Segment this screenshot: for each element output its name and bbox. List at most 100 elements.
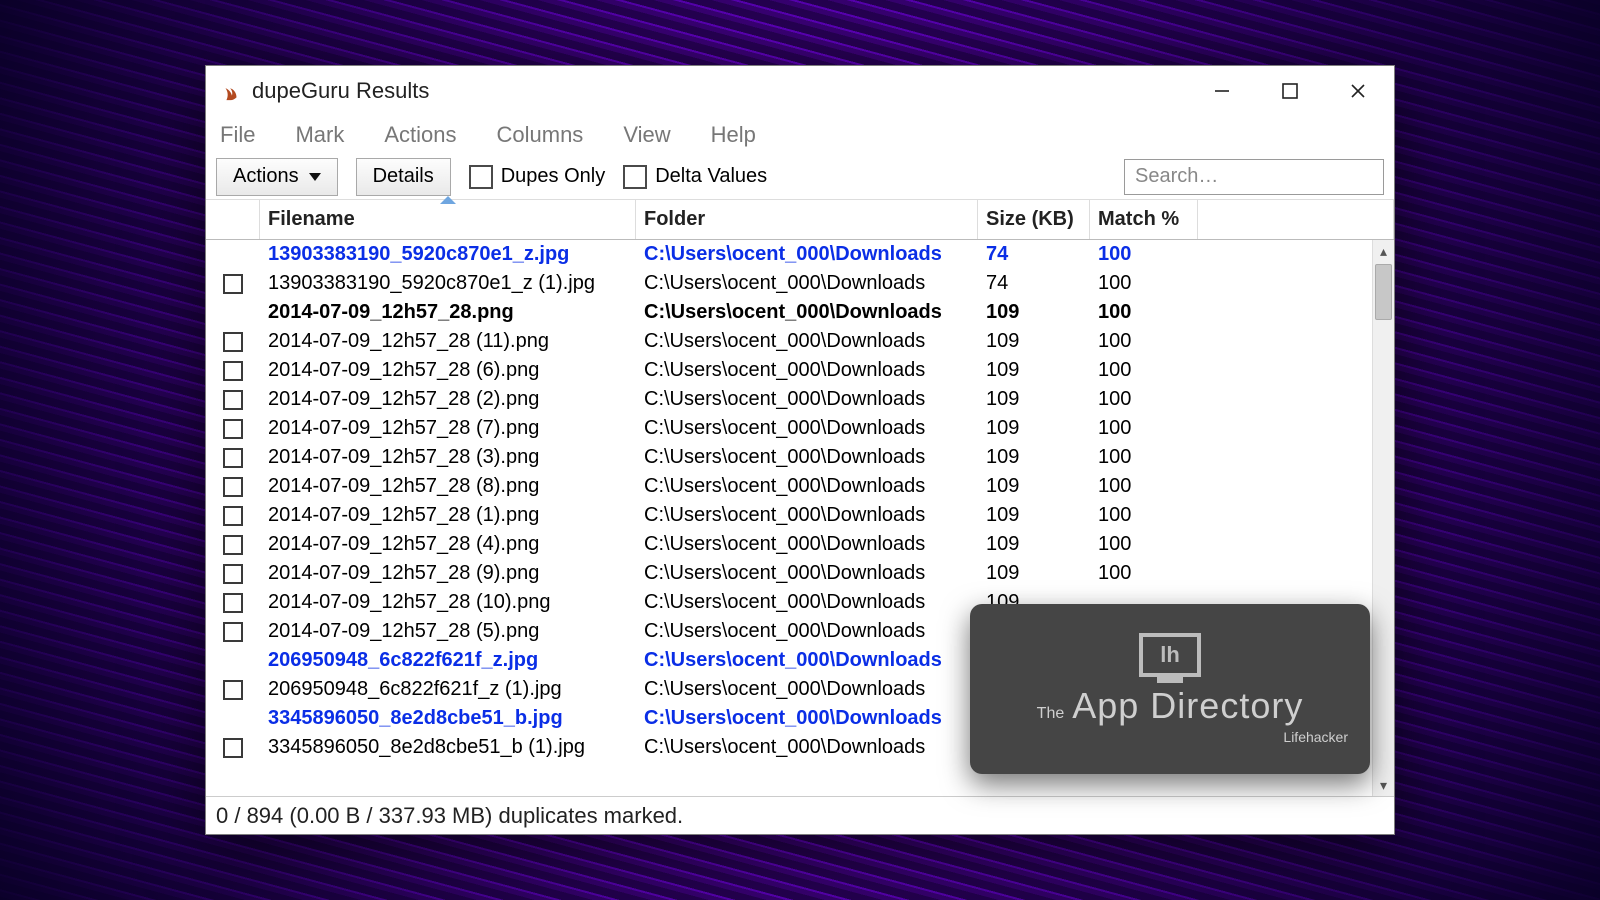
row-checkbox[interactable] bbox=[223, 680, 243, 700]
dupes-only-label: Dupes Only bbox=[501, 165, 606, 188]
column-header-size[interactable]: Size (KB) bbox=[978, 200, 1090, 239]
column-header-match[interactable]: Match % bbox=[1090, 200, 1198, 239]
cell-filename: 3345896050_8e2d8cbe51_b.jpg bbox=[260, 707, 636, 730]
row-checkbox[interactable] bbox=[223, 738, 243, 758]
row-checkbox[interactable] bbox=[223, 361, 243, 381]
table-row[interactable]: 2014-07-09_12h57_28 (6).pngC:\Users\ocen… bbox=[206, 356, 1394, 385]
row-checkbox-cell[interactable] bbox=[206, 390, 260, 410]
table-row[interactable]: 13903383190_5920c870e1_z (1).jpgC:\Users… bbox=[206, 269, 1394, 298]
dupes-only-checkbox[interactable]: Dupes Only bbox=[469, 165, 606, 189]
row-checkbox[interactable] bbox=[223, 332, 243, 352]
app-window: dupeGuru Results File Mark Actions Colum… bbox=[205, 65, 1395, 835]
cell-filename: 2014-07-09_12h57_28.png bbox=[260, 301, 636, 324]
menu-view[interactable]: View bbox=[617, 118, 676, 152]
row-checkbox-cell[interactable] bbox=[206, 564, 260, 584]
table-row[interactable]: 13903383190_5920c870e1_z.jpgC:\Users\oce… bbox=[206, 240, 1394, 269]
row-checkbox[interactable] bbox=[223, 419, 243, 439]
cell-size: 109 bbox=[978, 446, 1090, 469]
cell-size: 109 bbox=[978, 475, 1090, 498]
cell-filename: 2014-07-09_12h57_28 (6).png bbox=[260, 359, 636, 382]
sort-ascending-icon bbox=[440, 196, 456, 204]
cell-filename: 2014-07-09_12h57_28 (11).png bbox=[260, 330, 636, 353]
title-bar: dupeGuru Results bbox=[206, 66, 1394, 116]
row-checkbox-cell[interactable] bbox=[206, 738, 260, 758]
row-checkbox-cell[interactable] bbox=[206, 622, 260, 642]
cell-filename: 2014-07-09_12h57_28 (2).png bbox=[260, 388, 636, 411]
cell-folder: C:\Users\ocent_000\Downloads bbox=[636, 417, 978, 440]
row-checkbox[interactable] bbox=[223, 448, 243, 468]
search-input[interactable]: Search… bbox=[1124, 159, 1384, 195]
row-checkbox[interactable] bbox=[223, 477, 243, 497]
maximize-button[interactable] bbox=[1256, 67, 1324, 115]
row-checkbox-cell[interactable] bbox=[206, 361, 260, 381]
menu-file[interactable]: File bbox=[214, 118, 261, 152]
row-checkbox-cell[interactable] bbox=[206, 680, 260, 700]
row-checkbox[interactable] bbox=[223, 593, 243, 613]
cell-folder: C:\Users\ocent_000\Downloads bbox=[636, 388, 978, 411]
row-checkbox-cell[interactable] bbox=[206, 419, 260, 439]
table-row[interactable]: 2014-07-09_12h57_28 (1).pngC:\Users\ocen… bbox=[206, 501, 1394, 530]
cell-folder: C:\Users\ocent_000\Downloads bbox=[636, 736, 978, 759]
row-checkbox[interactable] bbox=[223, 622, 243, 642]
cell-folder: C:\Users\ocent_000\Downloads bbox=[636, 301, 978, 324]
table-row[interactable]: 2014-07-09_12h57_28 (8).pngC:\Users\ocen… bbox=[206, 472, 1394, 501]
close-button[interactable] bbox=[1324, 67, 1392, 115]
cell-folder: C:\Users\ocent_000\Downloads bbox=[636, 707, 978, 730]
row-checkbox[interactable] bbox=[223, 274, 243, 294]
scrollbar-thumb[interactable] bbox=[1375, 264, 1392, 320]
column-header-folder-label: Folder bbox=[644, 208, 705, 231]
delta-values-checkbox[interactable]: Delta Values bbox=[623, 165, 767, 189]
menu-help[interactable]: Help bbox=[705, 118, 762, 152]
scroll-down-icon[interactable]: ▾ bbox=[1373, 774, 1394, 796]
vertical-scrollbar[interactable]: ▴ ▾ bbox=[1372, 240, 1394, 796]
table-row[interactable]: 2014-07-09_12h57_28 (2).pngC:\Users\ocen… bbox=[206, 385, 1394, 414]
minimize-button[interactable] bbox=[1188, 67, 1256, 115]
cell-filename: 2014-07-09_12h57_28 (5).png bbox=[260, 620, 636, 643]
window-title: dupeGuru Results bbox=[252, 78, 429, 104]
cell-folder: C:\Users\ocent_000\Downloads bbox=[636, 272, 978, 295]
row-checkbox-cell[interactable] bbox=[206, 477, 260, 497]
row-checkbox-cell[interactable] bbox=[206, 506, 260, 526]
row-checkbox[interactable] bbox=[223, 506, 243, 526]
details-button[interactable]: Details bbox=[356, 158, 451, 196]
cell-filename: 13903383190_5920c870e1_z.jpg bbox=[260, 243, 636, 266]
table-row[interactable]: 2014-07-09_12h57_28 (3).pngC:\Users\ocen… bbox=[206, 443, 1394, 472]
row-checkbox-cell[interactable] bbox=[206, 332, 260, 352]
toolbar: Actions Details Dupes Only Delta Values … bbox=[206, 154, 1394, 200]
table-row[interactable]: 2014-07-09_12h57_28 (4).pngC:\Users\ocen… bbox=[206, 530, 1394, 559]
details-button-label: Details bbox=[373, 165, 434, 188]
cell-folder: C:\Users\ocent_000\Downloads bbox=[636, 504, 978, 527]
menu-actions[interactable]: Actions bbox=[378, 118, 462, 152]
row-checkbox-cell[interactable] bbox=[206, 274, 260, 294]
row-checkbox-cell[interactable] bbox=[206, 535, 260, 555]
column-header-check[interactable] bbox=[206, 200, 260, 239]
row-checkbox[interactable] bbox=[223, 390, 243, 410]
monitor-icon: lh bbox=[1139, 633, 1201, 677]
menu-columns[interactable]: Columns bbox=[491, 118, 590, 152]
column-header-filename-label: Filename bbox=[268, 208, 355, 231]
table-row[interactable]: 2014-07-09_12h57_28 (7).pngC:\Users\ocen… bbox=[206, 414, 1394, 443]
cell-size: 109 bbox=[978, 330, 1090, 353]
row-checkbox[interactable] bbox=[223, 564, 243, 584]
cell-filename: 3345896050_8e2d8cbe51_b (1).jpg bbox=[260, 736, 636, 759]
cell-folder: C:\Users\ocent_000\Downloads bbox=[636, 649, 978, 672]
scroll-up-icon[interactable]: ▴ bbox=[1373, 240, 1394, 262]
cell-size: 74 bbox=[978, 243, 1090, 266]
table-row[interactable]: 2014-07-09_12h57_28 (9).pngC:\Users\ocen… bbox=[206, 559, 1394, 588]
column-header-folder[interactable]: Folder bbox=[636, 200, 978, 239]
column-header-filename[interactable]: Filename bbox=[260, 200, 636, 239]
table-row[interactable]: 2014-07-09_12h57_28.pngC:\Users\ocent_00… bbox=[206, 298, 1394, 327]
row-checkbox[interactable] bbox=[223, 535, 243, 555]
actions-dropdown[interactable]: Actions bbox=[216, 158, 338, 196]
row-checkbox-cell[interactable] bbox=[206, 448, 260, 468]
cell-match: 100 bbox=[1090, 504, 1198, 527]
table-row[interactable]: 2014-07-09_12h57_28 (11).pngC:\Users\oce… bbox=[206, 327, 1394, 356]
cell-match: 100 bbox=[1090, 562, 1198, 585]
cell-size: 109 bbox=[978, 301, 1090, 324]
row-checkbox-cell[interactable] bbox=[206, 593, 260, 613]
cell-filename: 2014-07-09_12h57_28 (4).png bbox=[260, 533, 636, 556]
cell-size: 109 bbox=[978, 359, 1090, 382]
menu-mark[interactable]: Mark bbox=[289, 118, 350, 152]
cell-folder: C:\Users\ocent_000\Downloads bbox=[636, 620, 978, 643]
cell-match: 100 bbox=[1090, 272, 1198, 295]
